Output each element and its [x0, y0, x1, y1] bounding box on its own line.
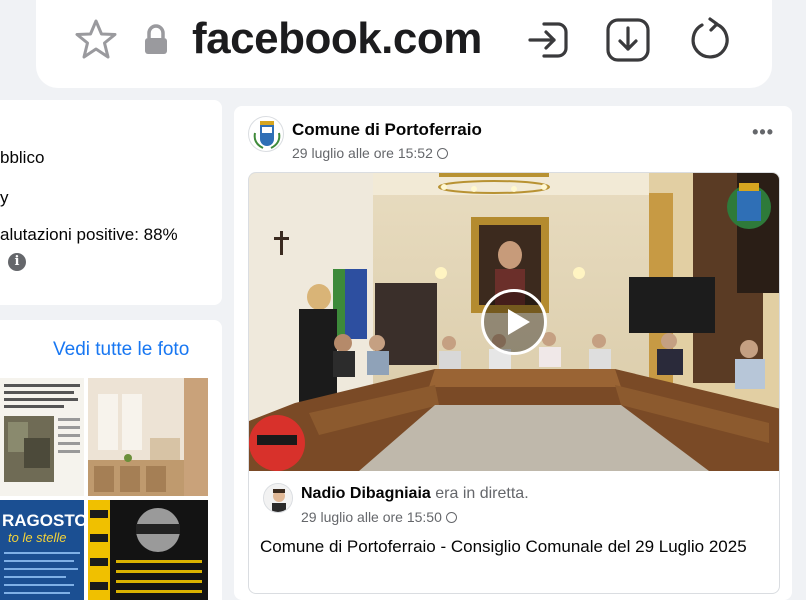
info-line-public: bblico	[0, 148, 45, 167]
shared-timestamp[interactable]: 29 luglio alle ore 15:50	[301, 509, 457, 525]
photo-thumbnail[interactable]: RAGOSTO to le stelle	[0, 500, 84, 600]
page-info-card: bblico y alutazioni positive: 88% i	[0, 100, 222, 305]
shared-time-text[interactable]: 29 luglio alle ore 15:50	[301, 509, 442, 525]
shared-author-action: era in diretta.	[435, 485, 529, 502]
author-avatar[interactable]	[263, 483, 293, 513]
star-icon[interactable]	[72, 16, 120, 64]
photos-card: Vedi tutte le foto RAGOSTO to le stelle	[0, 320, 222, 600]
download-icon[interactable]	[604, 16, 652, 64]
share-icon[interactable]	[524, 16, 572, 64]
post-time-text[interactable]: 29 luglio alle ore 15:52	[292, 145, 433, 161]
info-line-ratings: alutazioni positive: 88%	[0, 225, 178, 244]
info-line-y: y	[0, 188, 9, 207]
svg-text:to le stelle: to le stelle	[8, 530, 67, 545]
lock-icon	[132, 16, 180, 64]
page-name[interactable]: Comune di Portoferraio	[292, 120, 482, 140]
browser-chrome: facebook.com	[0, 0, 806, 100]
photo-thumbnail[interactable]	[0, 378, 84, 496]
info-icon[interactable]: i	[8, 253, 26, 271]
photo-thumbnail[interactable]	[88, 378, 208, 496]
globe-icon	[436, 148, 448, 159]
svg-text:RAGOSTO: RAGOSTO	[2, 511, 84, 530]
more-options-icon[interactable]: •••	[752, 122, 774, 143]
shared-post[interactable]: Nadio Dibagniaia era in diretta. 29 lugl…	[248, 172, 780, 594]
page-avatar[interactable]	[248, 116, 284, 152]
address-bar[interactable]: facebook.com	[36, 0, 772, 88]
shared-author-line: Nadio Dibagniaia era in diretta.	[301, 485, 529, 503]
play-button[interactable]	[481, 289, 547, 355]
photo-thumbnail[interactable]	[88, 500, 208, 600]
globe-icon	[445, 512, 457, 523]
shared-author-name[interactable]: Nadio Dibagniaia	[301, 485, 431, 502]
reload-icon[interactable]	[686, 16, 734, 64]
see-all-photos-link[interactable]: Vedi tutte le foto	[53, 339, 189, 361]
url-text[interactable]: facebook.com	[192, 14, 482, 64]
post-timestamp[interactable]: 29 luglio alle ore 15:52	[292, 145, 448, 161]
post-card: Comune di Portoferraio 29 luglio alle or…	[234, 106, 792, 600]
video-thumbnail[interactable]	[249, 173, 779, 471]
shared-post-text: Comune di Portoferraio - Consiglio Comun…	[260, 537, 747, 556]
